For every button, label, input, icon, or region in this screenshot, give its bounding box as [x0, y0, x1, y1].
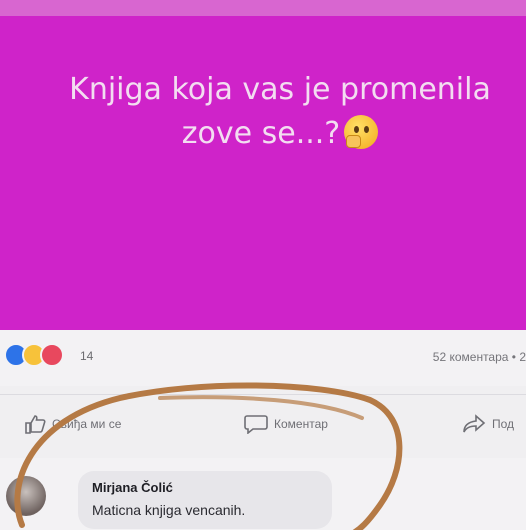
share-button[interactable]: Под: [462, 414, 514, 434]
reactions-summary[interactable]: [4, 343, 64, 367]
post-image[interactable]: Knjiga koja vas je promenila zove se...?: [0, 0, 526, 330]
like-label: Свиђа ми се: [52, 417, 122, 431]
share-label: Под: [492, 417, 515, 431]
comment-author[interactable]: Mirjana Čolić: [92, 480, 173, 495]
post-text: Knjiga koja vas je promenila zove se...?: [0, 68, 526, 156]
comment-label: Коментар: [274, 417, 328, 431]
avatar[interactable]: [6, 476, 46, 516]
divider: [0, 394, 526, 395]
like-button[interactable]: Свиђа ми се: [24, 414, 121, 434]
post-text-line-2: zove se...?: [0, 112, 526, 156]
share-arrow-icon: [463, 414, 486, 433]
reaction-count[interactable]: 14: [80, 349, 93, 363]
comment-button[interactable]: Коментар: [244, 414, 328, 434]
post-text-line-1: Knjiga koja vas je promenila: [69, 72, 491, 107]
thinking-face-icon: [344, 115, 379, 149]
thumbs-up-icon: [25, 415, 46, 434]
comments-count[interactable]: 52 коментара • 2: [433, 350, 526, 364]
comment-text: Maticna knjiga vencanih.: [92, 502, 246, 518]
top-strip: [0, 0, 526, 16]
comment-bubble-icon: [244, 415, 268, 434]
post-text-line-2-label: zove se...?: [181, 116, 341, 151]
love-reaction-icon: [40, 343, 64, 367]
post-actions: Свиђа ми се Коментар Под: [0, 404, 526, 450]
